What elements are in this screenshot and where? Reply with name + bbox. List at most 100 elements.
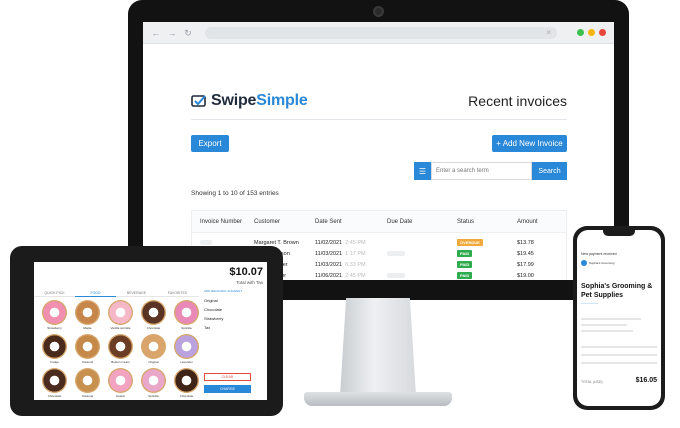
date-value: 11/02/2021 — [315, 239, 343, 246]
product-tile[interactable]: Hearts — [104, 368, 137, 400]
tab-beverage[interactable]: BEVERAGE — [116, 289, 157, 297]
product-tile[interactable]: Sprinkle — [137, 368, 170, 400]
donut-image — [42, 300, 67, 325]
reload-icon[interactable]: ↻ — [183, 28, 193, 38]
tab-favorites[interactable]: FAVORITES — [157, 289, 198, 297]
filter-icon[interactable]: ☰ — [414, 162, 431, 180]
table-header: Invoice Number Customer Date Sent Due Da… — [192, 211, 566, 233]
forward-arrow-icon[interactable]: → — [167, 28, 177, 38]
donut-image — [42, 334, 67, 359]
receipt-link[interactable]: ──────── — [581, 301, 598, 305]
suggest-link[interactable]: ADD REGIONAL SUGGEST — [204, 289, 264, 293]
time-value: 6:33 PM — [345, 261, 366, 268]
product-name: Maple — [83, 326, 92, 330]
clear-button[interactable]: CLEAR — [204, 373, 251, 381]
product-tile[interactable]: Caramel — [71, 368, 104, 400]
product-tile[interactable]: Original — [137, 334, 170, 367]
product-tile[interactable]: Chocolate — [137, 300, 170, 333]
product-name: Lavender — [180, 360, 193, 364]
date-value: 11/06/2021 — [315, 272, 343, 279]
product-tile[interactable]: Chocolate — [38, 368, 71, 400]
product-tile[interactable]: Fudge — [38, 334, 71, 367]
option-item[interactable]: Tax — [204, 323, 264, 332]
pos-screen: $10.07 Total with Tax QUICK PICK FOOD BE… — [34, 262, 267, 400]
col-customer[interactable]: Customer — [254, 211, 280, 233]
date-value: 11/03/2021 — [315, 250, 343, 257]
product-name: Chocolate — [47, 394, 62, 398]
email-subject: New payment received — [581, 252, 617, 256]
phone: New payment received Sophia's Grooming S… — [573, 226, 665, 410]
minimize-dot-icon[interactable] — [588, 29, 595, 36]
phone-screen: New payment received Sophia's Grooming S… — [577, 230, 661, 406]
col-due-date[interactable]: Due Date — [387, 211, 412, 233]
receipt-line — [581, 330, 633, 332]
col-amount[interactable]: Amount — [517, 211, 538, 233]
receipt-line — [581, 318, 641, 320]
product-tile[interactable]: Chocolate — [170, 368, 203, 400]
product-tile[interactable]: Boston cream — [104, 334, 137, 367]
brand-simple: Simple — [256, 92, 308, 109]
product-tile[interactable]: Maple — [71, 300, 104, 333]
product-name: Caramel — [81, 360, 94, 364]
address-bar[interactable]: × — [205, 26, 557, 39]
option-item[interactable]: Chocolate — [204, 305, 264, 314]
order-panel: ADD REGIONAL SUGGEST Original Chocolate … — [204, 289, 264, 399]
product-tile[interactable]: Lavender — [170, 334, 203, 367]
brand-swipe: Swipe — [211, 92, 257, 109]
time-value: 2:45 PM — [345, 272, 366, 279]
close-dot-icon[interactable] — [599, 29, 606, 36]
category-tabs: QUICK PICK FOOD BEVERAGE FAVORITES — [34, 289, 199, 297]
export-button[interactable]: Export — [191, 135, 229, 152]
product-tile[interactable]: Sprinkle — [170, 300, 203, 333]
date-cell: 11/03/2021 6:33 PM — [315, 259, 366, 270]
receipt-line — [581, 354, 657, 356]
order-total-label: Total with Tax — [236, 280, 263, 285]
tablet: $10.07 Total with Tax QUICK PICK FOOD BE… — [10, 246, 283, 416]
charge-button[interactable]: CHARGE — [204, 385, 251, 393]
invoice-page: SwipeSimple Recent invoices Export + Add… — [191, 44, 567, 280]
product-tile[interactable]: Strawberry — [38, 300, 71, 333]
amount-cell: $19.00 — [517, 272, 534, 279]
receipt-line — [581, 362, 657, 364]
option-item[interactable]: Strawberry — [204, 314, 264, 323]
donut-image — [108, 300, 133, 325]
close-icon[interactable]: × — [546, 27, 551, 39]
invoice-number-placeholder — [200, 240, 212, 245]
search-button[interactable]: Search — [532, 162, 567, 180]
donut-image — [75, 368, 100, 393]
maximize-dot-icon[interactable] — [577, 29, 584, 36]
avatar — [581, 260, 587, 266]
product-name: Vanilla sprinkle — [110, 326, 131, 330]
col-date-sent[interactable]: Date Sent — [315, 211, 342, 233]
date-value: 11/03/2021 — [315, 261, 343, 268]
product-name: Sprinkle — [181, 326, 192, 330]
product-tile[interactable]: Vanilla sprinkle — [104, 300, 137, 333]
col-status[interactable]: Status — [457, 211, 474, 233]
back-arrow-icon[interactable]: ← — [151, 28, 161, 38]
donut-image — [75, 300, 100, 325]
product-name: Strawberry — [47, 326, 62, 330]
add-invoice-button[interactable]: + Add New Invoice — [492, 135, 567, 152]
email-sender: Sophia's Grooming — [581, 260, 614, 266]
card-check-icon — [191, 95, 206, 107]
monitor-stand-neck — [340, 298, 416, 396]
date-cell: 11/02/2021 2:45 PM — [315, 237, 366, 248]
tab-food[interactable]: FOOD — [75, 289, 116, 297]
page-title: Recent invoices — [468, 93, 567, 109]
time-value: 1:17 PM — [345, 250, 366, 257]
window-controls — [577, 29, 606, 36]
donut-image — [174, 368, 199, 393]
phone-notch — [603, 230, 635, 236]
tab-quick-pick[interactable]: QUICK PICK — [34, 289, 75, 297]
date-cell: 11/03/2021 1:17 PM — [315, 248, 366, 259]
product-tile[interactable]: Caramel — [71, 334, 104, 367]
search-input[interactable]: Enter a search term — [431, 162, 532, 180]
donut-image — [141, 300, 166, 325]
status-badge: PAID — [457, 261, 473, 268]
receipt-line — [581, 324, 627, 326]
col-invoice-number[interactable]: Invoice Number — [200, 211, 242, 233]
option-item[interactable]: Original — [204, 296, 264, 305]
webcam — [373, 6, 384, 17]
donut-image — [42, 368, 67, 393]
product-name: Chocolate — [146, 326, 161, 330]
